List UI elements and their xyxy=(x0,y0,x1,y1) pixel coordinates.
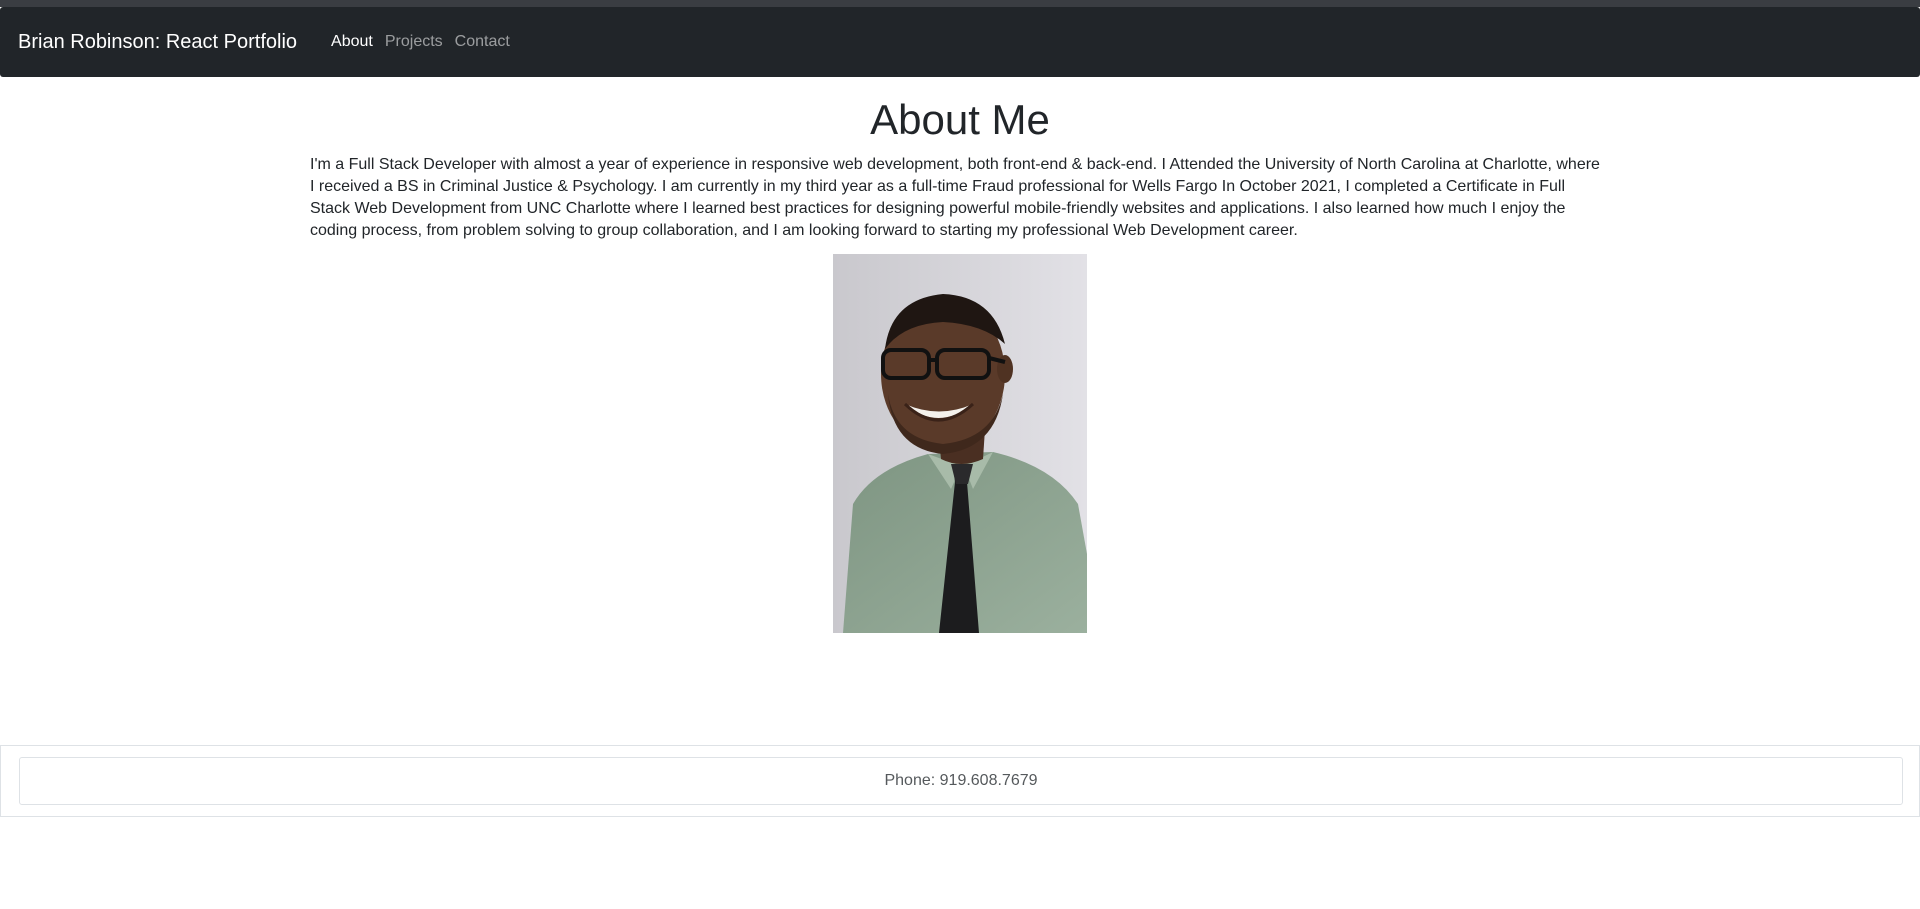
browser-top-strip xyxy=(0,0,1920,7)
nav-link-contact[interactable]: Contact xyxy=(455,33,510,51)
footer-card: Phone: 919.608.7679 xyxy=(19,757,1903,805)
nav-link-projects[interactable]: Projects xyxy=(385,33,443,51)
about-paragraph: I'm a Full Stack Developer with almost a… xyxy=(310,156,1600,239)
nav-links: About Projects Contact xyxy=(331,33,522,51)
nav-link-about[interactable]: About xyxy=(331,33,373,51)
profile-photo xyxy=(833,254,1087,633)
footer-phone: Phone: 919.608.7679 xyxy=(884,772,1038,789)
navbar-brand[interactable]: Brian Robinson: React Portfolio xyxy=(18,31,297,54)
page-title: About Me xyxy=(870,96,1050,143)
footer: Phone: 919.608.7679 xyxy=(0,745,1920,817)
navbar: Brian Robinson: React Portfolio About Pr… xyxy=(0,7,1920,77)
